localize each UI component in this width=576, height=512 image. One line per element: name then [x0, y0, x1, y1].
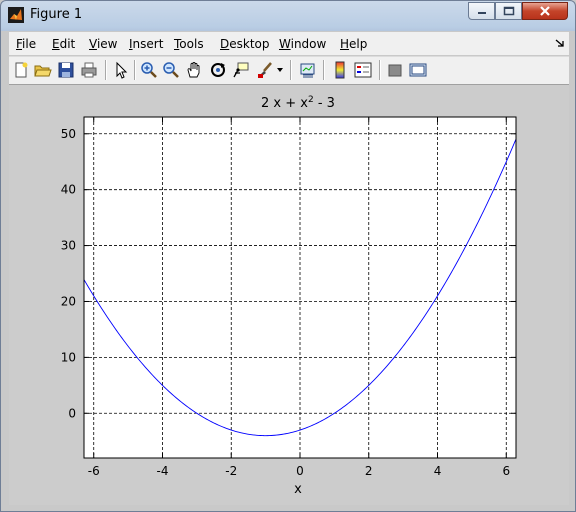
menu-edit-label: dit — [59, 37, 76, 51]
menu-window-accelerator: W — [279, 37, 291, 51]
legend-icon[interactable] — [354, 61, 372, 79]
menu-view-accelerator: V — [89, 37, 97, 51]
minimize-icon — [477, 12, 486, 14]
brush-dropdown-icon[interactable] — [277, 68, 284, 73]
menu-desktop-accelerator: D — [220, 37, 230, 51]
y-tick-label: 20 — [61, 294, 76, 308]
menu-edit[interactable]: Edit — [52, 37, 75, 51]
toolbar-separator — [323, 60, 325, 80]
y-tick-label: 50 — [61, 127, 76, 141]
menu-window[interactable]: Window — [279, 37, 326, 51]
line-chart[interactable]: 2 x + x2 - 3 -6 -4 -2 0 2 4 6 0 10 20 30 40 50 x — [9, 85, 569, 505]
chart-title-tail: - 3 — [314, 96, 335, 111]
figure-toolbar — [9, 56, 569, 85]
window-title: Figure 1 — [30, 7, 83, 22]
menu-insert-label: nsert — [132, 37, 164, 51]
y-tick-label: 30 — [61, 239, 76, 253]
y-tick-label: 10 — [61, 350, 76, 364]
menu-edit-accelerator: E — [52, 37, 60, 51]
x-tick-label: -4 — [157, 464, 169, 478]
hide-plot-tools-icon[interactable] — [386, 61, 404, 79]
matlab-app-icon — [8, 7, 24, 23]
pointer-icon[interactable] — [112, 61, 130, 79]
maximize-icon — [503, 6, 514, 16]
x-tick-label: -6 — [88, 464, 100, 478]
new-figure-icon[interactable] — [12, 61, 30, 79]
menu-bar: File Edit View Insert Tools Desktop Wind… — [9, 32, 569, 55]
x-tick-label: -2 — [225, 464, 237, 478]
menu-tools[interactable]: Tools — [174, 37, 204, 51]
data-cursor-icon[interactable] — [232, 61, 250, 79]
dock-arrow-icon[interactable] — [555, 38, 565, 48]
y-tick-label: 40 — [61, 183, 76, 197]
toolbar-separator — [105, 60, 107, 80]
toolbar-separator — [290, 60, 292, 80]
rotate-3d-icon[interactable] — [209, 61, 227, 79]
x-tick-label: 2 — [365, 464, 373, 478]
menu-help-accelerator: H — [340, 37, 350, 51]
print-icon[interactable] — [80, 61, 98, 79]
close-icon — [540, 6, 550, 16]
zoom-in-icon[interactable] — [140, 61, 158, 79]
menu-file-label: ile — [22, 37, 37, 51]
menu-view[interactable]: View — [89, 37, 117, 51]
show-plot-tools-icon[interactable] — [409, 61, 427, 79]
menu-help-label: elp — [349, 37, 368, 51]
menu-help[interactable]: Help — [340, 37, 367, 51]
brush-icon[interactable] — [256, 61, 274, 79]
figure-canvas: 2 x + x2 - 3 -6 -4 -2 0 2 4 6 0 10 20 30 40 50 x — [9, 85, 569, 505]
menu-desktop[interactable]: Desktop — [220, 37, 270, 51]
menu-view-label: iew — [96, 37, 118, 51]
x-tick-label: 0 — [296, 464, 304, 478]
title-bar[interactable]: Figure 1 — [1, 1, 575, 30]
chart-title-base: 2 x + x — [261, 96, 308, 111]
chart-title: 2 x + x2 - 3 — [261, 95, 335, 111]
menu-insert[interactable]: Insert — [129, 37, 163, 51]
figure-window: Figure 1 File Edit View Insert Tools Des… — [0, 0, 576, 512]
save-icon[interactable] — [57, 61, 75, 79]
y-tick-label: 0 — [68, 406, 76, 420]
toolbar-separator — [379, 60, 381, 80]
pan-icon[interactable] — [185, 61, 203, 79]
toolbar-separator — [134, 60, 136, 80]
x-tick-label: 6 — [502, 464, 510, 478]
x-axis-label: x — [294, 482, 302, 497]
menu-file[interactable]: File — [16, 37, 36, 51]
zoom-out-icon[interactable] — [162, 61, 180, 79]
link-plot-icon[interactable] — [299, 61, 317, 79]
close-button[interactable] — [522, 2, 568, 20]
x-tick-label: 4 — [434, 464, 442, 478]
open-file-icon[interactable] — [34, 61, 52, 79]
menu-tools-label: ools — [179, 37, 204, 51]
minimize-button[interactable] — [468, 2, 495, 20]
menu-desktop-label: esktop — [229, 37, 270, 51]
colorbar-icon[interactable] — [331, 61, 349, 79]
maximize-button[interactable] — [495, 2, 522, 20]
menu-window-label: indow — [290, 37, 327, 51]
